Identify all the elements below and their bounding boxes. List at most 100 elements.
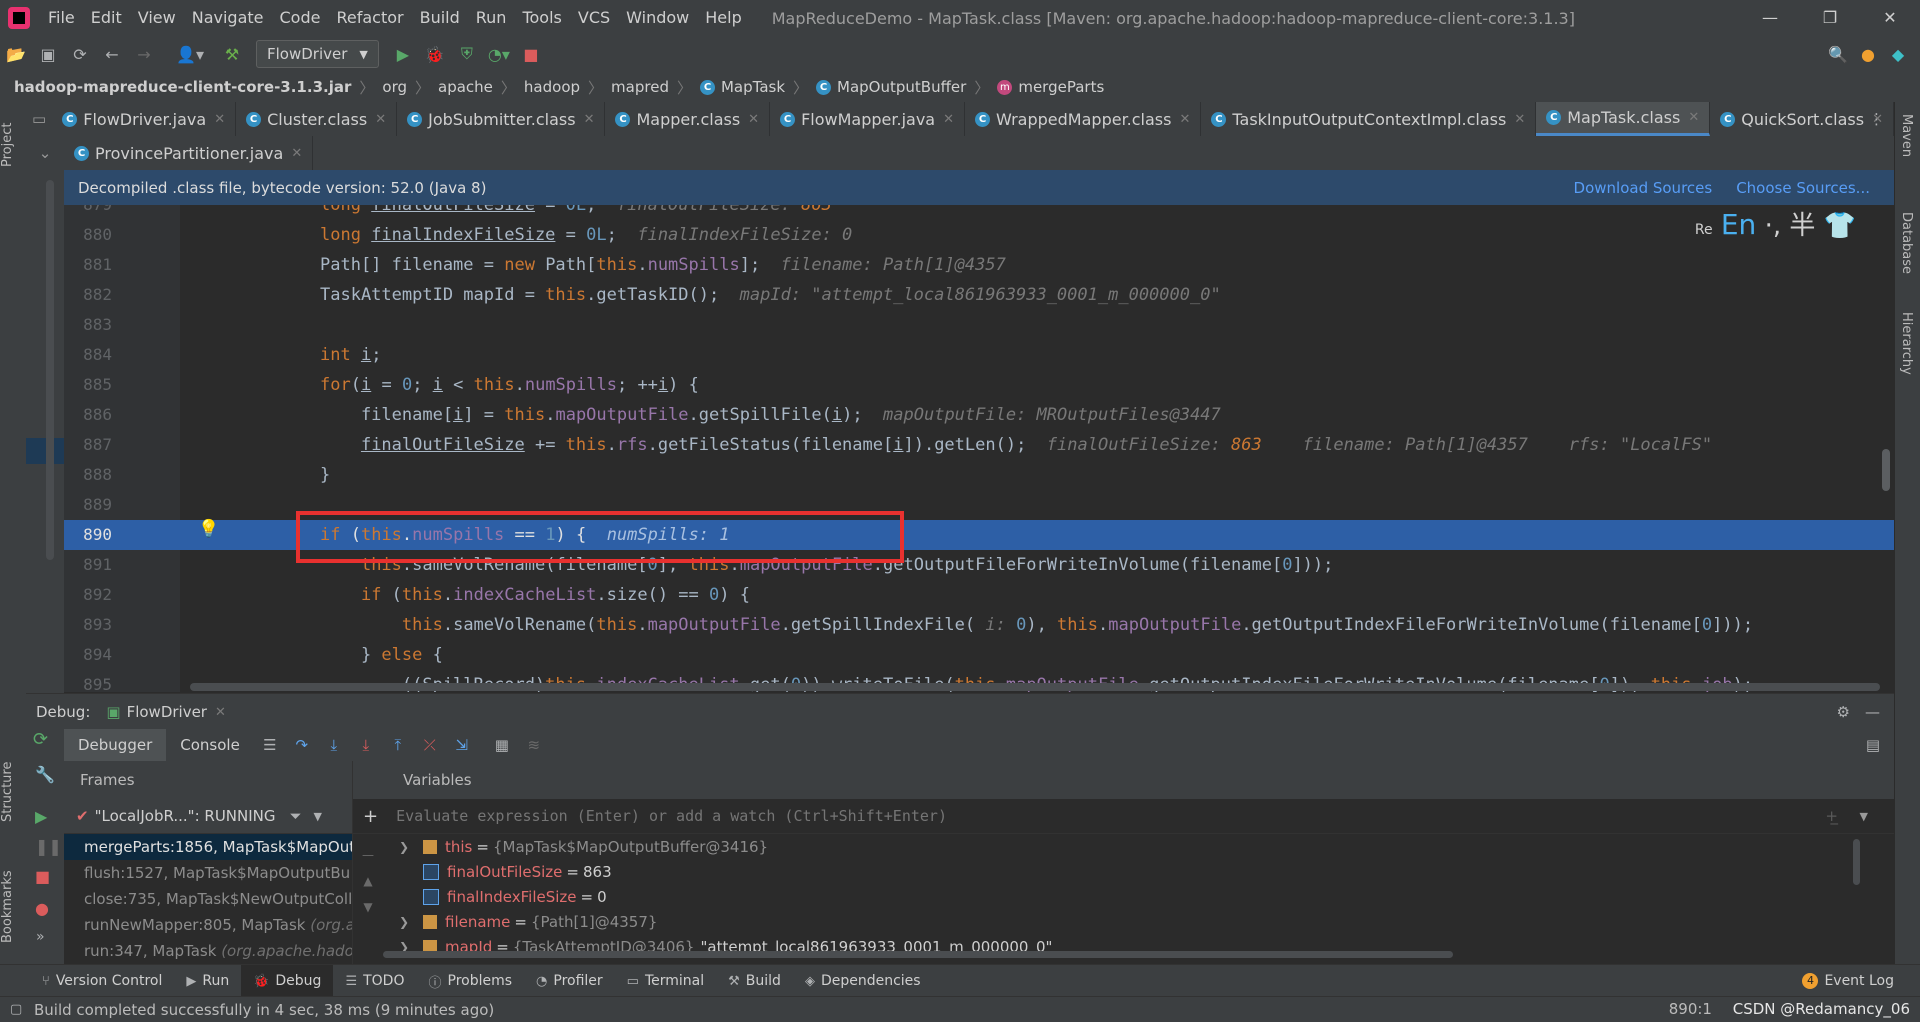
back-icon[interactable]: ← bbox=[98, 40, 126, 68]
variable-row[interactable]: ❯ this = {MapTask$MapOutputBuffer@3416} bbox=[383, 834, 1894, 859]
tab-flowmapper[interactable]: C FlowMapper.java ✕ bbox=[770, 102, 965, 136]
tool-problems[interactable]: ⓘ Problems bbox=[416, 965, 524, 997]
coverage-icon[interactable]: ⛨ bbox=[453, 40, 481, 68]
stop-icon[interactable]: ■ bbox=[517, 40, 545, 68]
database-tool-tab[interactable]: Database bbox=[1899, 212, 1914, 274]
step-over-icon[interactable]: ↷ bbox=[290, 733, 314, 757]
restore-icon[interactable]: ❐ bbox=[1800, 0, 1860, 36]
close-tab-icon[interactable]: ✕ bbox=[1179, 112, 1190, 127]
hierarchy-tool-tab[interactable]: Hierarchy bbox=[1899, 312, 1914, 375]
close-tab-icon[interactable]: ✕ bbox=[375, 112, 386, 127]
tool-terminal[interactable]: ▭ Terminal bbox=[615, 965, 716, 997]
download-sources-link[interactable]: Download Sources bbox=[1574, 179, 1713, 197]
editor-vertical-scrollbar[interactable] bbox=[1882, 449, 1890, 491]
rerun-icon[interactable]: ⟳ bbox=[33, 729, 48, 750]
user-icon[interactable]: 👤▾ bbox=[176, 40, 204, 68]
menu-lines-icon[interactable]: ☰ bbox=[258, 733, 282, 757]
close-window-icon[interactable]: ✕ bbox=[1860, 0, 1920, 36]
variable-row[interactable]: ❯ filename = {Path[1]@4357} bbox=[383, 909, 1894, 934]
filter-icon[interactable]: ⏷ bbox=[290, 807, 302, 825]
hide-panel-icon[interactable]: — bbox=[1865, 703, 1880, 721]
variable-row[interactable]: finalIndexFileSize = 0 bbox=[383, 884, 1894, 909]
breakpoints-icon[interactable]: ● bbox=[35, 899, 49, 918]
variables-vertical-scrollbar[interactable] bbox=[1853, 839, 1860, 885]
toggle-panels-icon[interactable]: ▢ bbox=[10, 1002, 22, 1017]
project-tool-tab[interactable]: Project bbox=[0, 110, 26, 180]
menu-window[interactable]: Window bbox=[618, 0, 697, 36]
lightbulb-icon[interactable]: 💡 bbox=[198, 519, 219, 539]
close-session-icon[interactable]: ✕ bbox=[215, 705, 226, 720]
run-icon[interactable]: ▶ bbox=[389, 40, 417, 68]
menu-build[interactable]: Build bbox=[412, 0, 468, 36]
close-tab-icon[interactable]: ✕ bbox=[943, 112, 954, 127]
bookmarks-tool-tab[interactable]: Bookmarks bbox=[0, 862, 26, 952]
close-tab-icon[interactable]: ✕ bbox=[1688, 110, 1699, 125]
tab-maptask[interactable]: C MapTask.class ✕ bbox=[1536, 102, 1711, 136]
variables-horizontal-scrollbar[interactable] bbox=[383, 951, 1453, 958]
breadcrumb-mapred[interactable]: mapred bbox=[611, 78, 669, 96]
breadcrumb-org[interactable]: org bbox=[382, 78, 407, 96]
breadcrumb-jar[interactable]: hadoop-mapreduce-client-core-3.1.3.jar bbox=[14, 78, 351, 96]
build-hammer-icon[interactable]: ⚒ bbox=[218, 40, 246, 68]
tool-dependencies[interactable]: ◈ Dependencies bbox=[793, 965, 933, 997]
force-step-into-icon[interactable]: ⤓ bbox=[354, 733, 378, 757]
collapse-icon[interactable]: ▭ bbox=[26, 110, 52, 128]
add-icon[interactable]: +̲ bbox=[1825, 807, 1838, 825]
frame-item[interactable]: flush:1527, MapTask$MapOutputBu bbox=[64, 860, 352, 886]
run-configuration-select[interactable]: FlowDriver ▼ bbox=[256, 40, 379, 68]
choose-sources-link[interactable]: Choose Sources... bbox=[1736, 179, 1870, 197]
close-tab-icon[interactable]: ✕ bbox=[748, 112, 759, 127]
tool-run[interactable]: ▶ Run bbox=[174, 965, 241, 997]
tab-flowdriver[interactable]: C FlowDriver.java ✕ bbox=[52, 102, 237, 136]
jetbrains-icon[interactable]: ◆ bbox=[1884, 40, 1912, 68]
evaluate-icon[interactable]: ▦ bbox=[490, 733, 514, 757]
sync-icon[interactable]: ⟳ bbox=[66, 40, 94, 68]
drop-frame-icon[interactable]: ⤫ bbox=[418, 733, 442, 757]
code-editor[interactable]: 879 long finalOutFileSize = 0L; finalOutF… bbox=[64, 205, 1894, 692]
tab-mapper[interactable]: C Mapper.class ✕ bbox=[605, 102, 771, 136]
breadcrumb-mapoutputbuffer[interactable]: MapOutputBuffer bbox=[837, 78, 966, 96]
close-tab-icon[interactable]: ✕ bbox=[214, 112, 225, 127]
resume-icon[interactable]: ▶ bbox=[35, 807, 47, 826]
debug-icon[interactable]: 🐞 bbox=[421, 40, 449, 68]
step-into-icon[interactable]: ⤓ bbox=[322, 733, 346, 757]
breadcrumb-mergeparts[interactable]: mergeParts bbox=[1018, 78, 1104, 96]
run-to-cursor-icon[interactable]: ⇲ bbox=[450, 733, 474, 757]
structure-tool-tab[interactable]: Structure bbox=[0, 752, 26, 832]
maven-tool-tab[interactable]: Maven bbox=[1899, 114, 1914, 157]
menu-vcs[interactable]: VCS bbox=[570, 0, 618, 36]
tab-provincepartitioner[interactable]: C ProvincePartitioner.java ✕ bbox=[64, 136, 314, 170]
open-folder-icon[interactable]: 📂 bbox=[2, 40, 30, 68]
close-tab-icon[interactable]: ✕ bbox=[584, 112, 595, 127]
menu-run[interactable]: Run bbox=[468, 0, 515, 36]
tool-version-control[interactable]: ⑂ Version Control bbox=[30, 965, 174, 997]
evaluate-expression-input[interactable] bbox=[394, 806, 1579, 826]
menu-file[interactable]: File bbox=[40, 0, 83, 36]
step-out-icon[interactable]: ⤒ bbox=[386, 733, 410, 757]
chevron-down-icon[interactable]: ▼ bbox=[1860, 810, 1868, 823]
tab-cluster[interactable]: C Cluster.class ✕ bbox=[236, 102, 398, 136]
update-icon[interactable]: ● bbox=[1854, 40, 1882, 68]
profile-icon[interactable]: ◔▾ bbox=[485, 40, 513, 68]
layout-icon[interactable]: ▤ bbox=[1866, 736, 1880, 754]
tab-jobsubmitter[interactable]: C JobSubmitter.class ✕ bbox=[397, 102, 606, 136]
wrench-icon[interactable]: 🔧 bbox=[35, 765, 55, 784]
menu-refactor[interactable]: Refactor bbox=[328, 0, 411, 36]
down-icon[interactable]: ▼ bbox=[353, 894, 383, 920]
add-watch-icon[interactable]: + bbox=[363, 806, 378, 827]
menu-help[interactable]: Help bbox=[697, 0, 749, 36]
tab-console[interactable]: Console bbox=[166, 729, 254, 761]
more-icon[interactable]: » bbox=[36, 929, 45, 945]
gear-icon[interactable]: ⚙ bbox=[1837, 703, 1850, 721]
minus-icon[interactable]: — bbox=[353, 842, 383, 868]
breadcrumb-apache[interactable]: apache bbox=[438, 78, 493, 96]
menu-view[interactable]: View bbox=[130, 0, 184, 36]
pause-icon[interactable]: ❚❚ bbox=[35, 837, 62, 856]
menu-edit[interactable]: Edit bbox=[83, 0, 130, 36]
forward-icon[interactable]: → bbox=[130, 40, 158, 68]
minimize-icon[interactable]: — bbox=[1740, 0, 1800, 36]
stop-debug-icon[interactable]: ■ bbox=[35, 867, 50, 886]
menu-code[interactable]: Code bbox=[272, 0, 329, 36]
tool-event-log[interactable]: 4 Event Log bbox=[1790, 965, 1906, 997]
breadcrumb-maptask[interactable]: MapTask bbox=[721, 78, 785, 96]
